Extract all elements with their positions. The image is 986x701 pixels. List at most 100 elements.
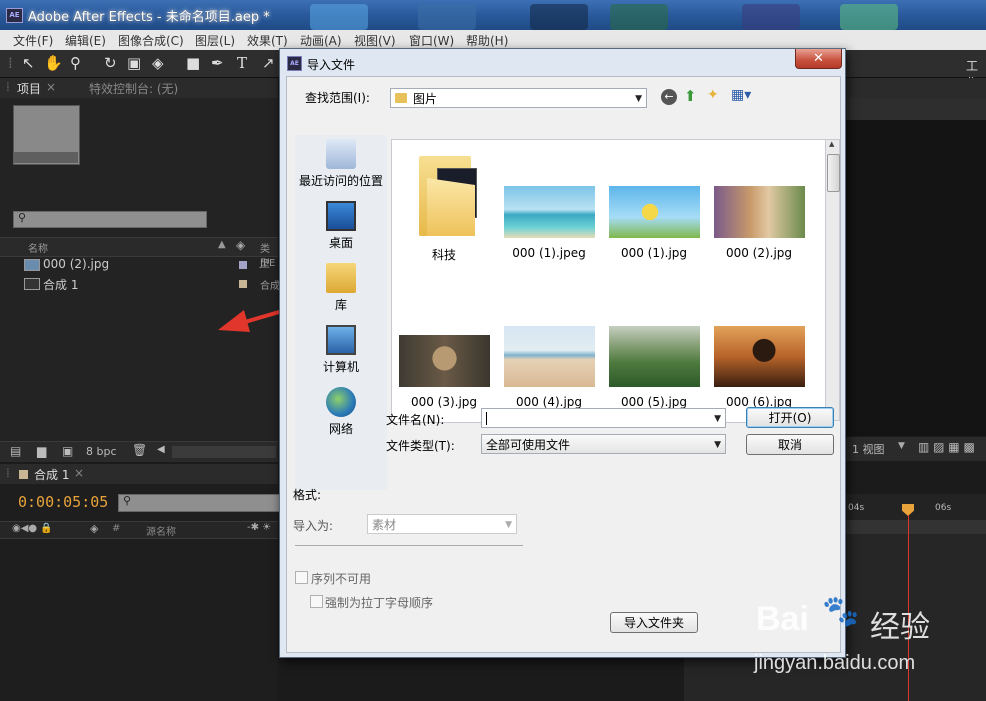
- rectangle-tool-icon[interactable]: ■: [186, 54, 200, 72]
- close-icon[interactable]: ×: [74, 466, 84, 480]
- view-menu-icon[interactable]: ▦▾: [731, 87, 751, 103]
- tab-effect-controls[interactable]: 特效控制台: (无): [89, 80, 178, 97]
- interpret-footage-icon[interactable]: ▤: [10, 444, 21, 458]
- project-item-name[interactable]: 合成 1: [43, 276, 78, 293]
- file-item[interactable]: 000 (1).jpg: [605, 186, 703, 260]
- filename-input[interactable]: ▼: [481, 408, 726, 428]
- folder-icon: [409, 148, 479, 240]
- text-tool-icon[interactable]: T: [237, 54, 247, 72]
- desktop-icon: [326, 201, 356, 231]
- format-label: 格式:: [293, 488, 322, 502]
- horizontal-scrollbar[interactable]: [172, 446, 276, 458]
- import-folder-button[interactable]: 导入文件夹: [610, 612, 698, 633]
- selection-tool-icon[interactable]: ↖: [22, 54, 35, 72]
- look-in-dropdown[interactable]: 图片 ▼: [390, 88, 647, 108]
- file-list: 科技 000 (1).jpeg 000 (1).jpg 000 (2).jpg …: [391, 139, 827, 423]
- menu-view[interactable]: 视图(V): [354, 32, 396, 49]
- timeline-search-input[interactable]: ⚲: [118, 494, 280, 512]
- rotate-tool-icon[interactable]: ↻: [104, 54, 117, 72]
- project-item-name[interactable]: 000 (2).jpg: [43, 257, 109, 271]
- pen-tool-icon[interactable]: ✒: [211, 54, 224, 72]
- place-network[interactable]: 网络: [295, 387, 387, 437]
- av-switches-icons[interactable]: ◉◀● 🔒: [12, 523, 53, 534]
- sequence-checkbox[interactable]: [295, 571, 308, 584]
- view-layout-select[interactable]: 1 视图: [852, 441, 885, 457]
- file-list-scrollbar[interactable]: ▲ ▼: [825, 139, 840, 421]
- label-tag-icon[interactable]: ◈: [90, 522, 98, 535]
- ae-dialog-icon: AE: [287, 56, 302, 71]
- composition-icon: [24, 278, 40, 290]
- zoom-tool-icon[interactable]: ⚲: [70, 54, 81, 72]
- open-button[interactable]: 打开(O): [746, 407, 834, 428]
- timeline-column-header: ◉◀● 🔒 ◈ # 源名称 -✱ ☀: [0, 521, 278, 539]
- menu-effect[interactable]: 效果(T): [247, 32, 288, 49]
- dialog-body: 查找范围(I): 图片 ▼ ← ⬆ ✦ ▦▾ 最近访问的位置 桌面 库 计算机 …: [286, 76, 841, 653]
- viewer-tool-icons[interactable]: ▥ ▨ ▦ ▩: [918, 440, 975, 454]
- look-in-label: 查找范围(I):: [305, 91, 370, 105]
- switches-icons[interactable]: -✱ ☀: [247, 522, 271, 533]
- place-recent[interactable]: 最近访问的位置: [295, 139, 387, 189]
- file-item[interactable]: 000 (3).jpg: [395, 335, 493, 409]
- tab-composition[interactable]: 合成 1: [34, 466, 69, 483]
- libraries-icon: [326, 263, 356, 293]
- text-caret: [486, 412, 487, 425]
- brush-tool-icon[interactable]: ↗: [262, 54, 275, 72]
- timecode-display[interactable]: 0:00:05:05: [18, 493, 108, 511]
- file-name: 科技: [431, 248, 456, 262]
- import-file-dialog: AE 导入文件 ✕ 查找范围(I): 图片 ▼ ← ⬆ ✦ ▦▾ 最近访问的位置…: [279, 48, 846, 658]
- composition-viewer[interactable]: [846, 120, 986, 436]
- place-computer[interactable]: 计算机: [295, 325, 387, 375]
- file-item[interactable]: 000 (5).jpg: [605, 326, 703, 409]
- close-icon[interactable]: ×: [46, 80, 56, 94]
- pan-behind-tool-icon[interactable]: ◈: [152, 54, 164, 72]
- chevron-down-icon[interactable]: ▼: [898, 441, 905, 451]
- new-folder-icon[interactable]: ▆: [37, 444, 46, 458]
- menu-file[interactable]: 文件(F): [13, 32, 53, 49]
- place-desktop[interactable]: 桌面: [295, 201, 387, 251]
- arrow-head: [218, 310, 250, 332]
- hand-tool-icon[interactable]: ✋: [44, 54, 63, 72]
- recent-places-icon: [326, 139, 356, 169]
- file-item[interactable]: 000 (2).jpg: [710, 186, 808, 260]
- panel-grip: ⁞: [6, 466, 10, 480]
- search-icon: ⚲: [123, 494, 132, 507]
- filetype-dropdown[interactable]: 全部可使用文件 ▼: [481, 434, 726, 454]
- column-name[interactable]: 名称: [28, 240, 48, 255]
- taskbar-thumb: [840, 4, 898, 30]
- file-name: 000 (4).jpg: [515, 395, 583, 409]
- column-source-name[interactable]: 源名称: [146, 523, 176, 538]
- menu-animation[interactable]: 动画(A): [300, 32, 342, 49]
- up-folder-icon[interactable]: ⬆: [684, 87, 697, 105]
- taskbar-thumb: [530, 4, 588, 30]
- place-libraries[interactable]: 库: [295, 263, 387, 313]
- camera-tool-icon[interactable]: ▣: [127, 54, 141, 72]
- new-folder-icon[interactable]: ✦: [707, 87, 719, 103]
- file-item[interactable]: 000 (1).jpeg: [500, 186, 598, 260]
- menu-layer[interactable]: 图层(L): [195, 32, 235, 49]
- force-alphabetical-checkbox[interactable]: [310, 595, 323, 608]
- menu-window[interactable]: 窗口(W): [409, 32, 454, 49]
- import-as-dropdown[interactable]: 素材 ▼: [367, 514, 517, 534]
- project-search-input[interactable]: ⚲: [13, 211, 207, 228]
- scroll-thumb[interactable]: [827, 154, 840, 192]
- thumbnail-caption-bar: [13, 152, 78, 163]
- scroll-left-icon[interactable]: ◀: [157, 444, 165, 455]
- tab-project[interactable]: 项目: [17, 80, 41, 97]
- file-item[interactable]: 000 (4).jpg: [500, 326, 598, 409]
- dialog-close-button[interactable]: ✕: [795, 49, 842, 69]
- file-item[interactable]: 科技: [395, 148, 493, 263]
- bit-depth-button[interactable]: 8 bpc: [86, 445, 117, 458]
- file-item[interactable]: 000 (6).jpg: [710, 326, 808, 409]
- back-icon[interactable]: ←: [661, 89, 677, 105]
- new-composition-icon[interactable]: ▣: [62, 444, 73, 458]
- menu-composition[interactable]: 图像合成(C): [118, 32, 184, 49]
- trash-icon[interactable]: 🗑: [132, 443, 147, 457]
- menu-help[interactable]: 帮助(H): [466, 32, 508, 49]
- scroll-up-icon[interactable]: ▲: [829, 140, 834, 148]
- taskbar-thumb: [418, 4, 476, 30]
- timeline-ruler[interactable]: 04s 06s: [846, 494, 986, 534]
- watermark-url: jingyan.baidu.com: [754, 652, 916, 674]
- work-area-bar[interactable]: [846, 520, 986, 534]
- menu-edit[interactable]: 编辑(E): [65, 32, 106, 49]
- cancel-button[interactable]: 取消: [746, 434, 834, 455]
